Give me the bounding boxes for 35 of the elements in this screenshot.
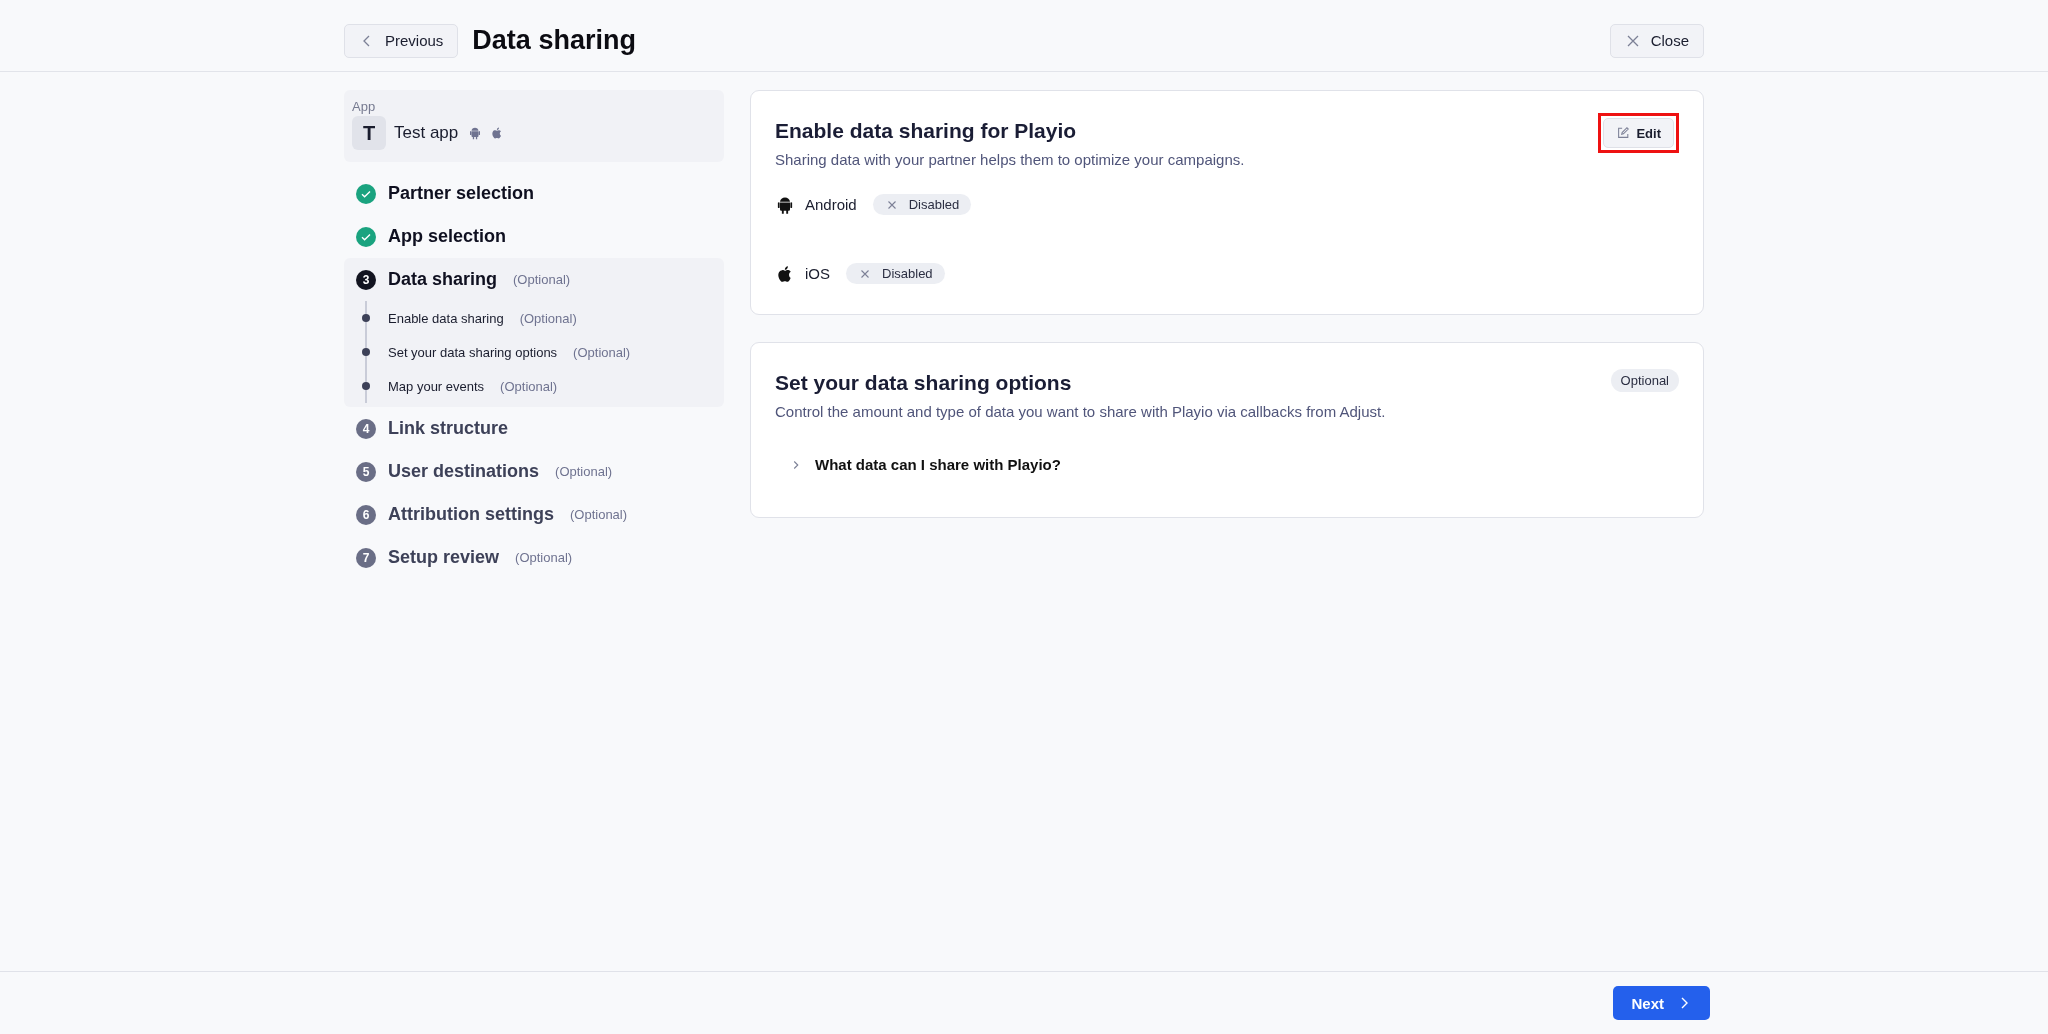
card-description: Sharing data with your partner helps them to optimize your campaigns. <box>775 151 1246 168</box>
card-title: Set your data sharing options <box>775 371 1073 395</box>
app-name: Test app <box>394 123 459 143</box>
substep-item[interactable]: Set your data sharing options (Optional) <box>361 335 724 369</box>
edit-button[interactable]: Edit <box>1603 118 1674 148</box>
status-badge: Disabled <box>846 263 945 284</box>
app-avatar: T <box>352 116 386 150</box>
step-number: 5 <box>356 461 376 482</box>
optional-badge: Optional <box>1610 369 1679 392</box>
disclosure-toggle[interactable]: What data can I share with Playio? <box>789 456 1061 473</box>
substep-item[interactable]: Enable data sharing (Optional) <box>361 301 724 335</box>
close-button[interactable]: Close <box>1609 23 1704 58</box>
step-item[interactable]: Partner selection <box>344 172 724 215</box>
step-item[interactable]: 4 Link structure <box>344 407 724 450</box>
step-number: 7 <box>356 547 376 568</box>
step-number: 6 <box>356 504 376 525</box>
app-caption: App <box>352 99 377 114</box>
step-number: 4 <box>356 418 376 439</box>
platform-name: Android <box>805 196 857 213</box>
status-badge: Disabled <box>872 194 972 215</box>
card-description: Control the amount and type of data you want to share with Playio via callbacks from Adjust. <box>775 403 1387 420</box>
platform-name: iOS <box>805 265 830 282</box>
step-number: 3 <box>356 269 376 290</box>
page-title: Data sharing <box>472 25 636 56</box>
step-item[interactable]: 7 Setup review (Optional) <box>344 536 724 579</box>
previous-button[interactable]: Previous <box>344 23 459 58</box>
step-item[interactable]: 5 User destinations (Optional) <box>344 450 724 493</box>
step-item[interactable]: 6 Attribution settings (Optional) <box>344 493 724 536</box>
step-item[interactable]: App selection <box>344 215 724 258</box>
card-title: Enable data sharing for Playio <box>775 119 1078 143</box>
android-icon <box>468 126 483 140</box>
step-item[interactable]: 3 Data sharing (Optional) <box>344 258 724 301</box>
edit-icon <box>1616 126 1631 140</box>
next-button[interactable]: Next <box>1613 986 1710 1020</box>
substep-item[interactable]: Map your events (Optional) <box>361 369 724 403</box>
